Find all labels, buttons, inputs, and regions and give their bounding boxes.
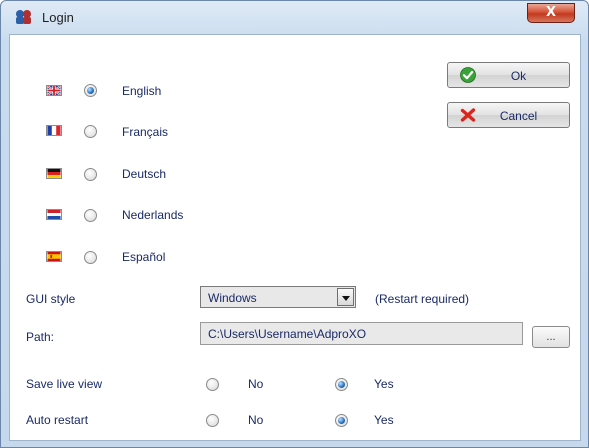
uk-flag-icon <box>46 85 62 96</box>
ok-label: Ok <box>510 69 527 83</box>
francais-label[interactable]: Français <box>122 125 168 139</box>
save-live-view-no-radio[interactable] <box>206 378 219 391</box>
save-live-view-yes-label[interactable]: Yes <box>374 377 394 391</box>
espanol-label[interactable]: Español <box>122 250 165 264</box>
ellipsis-icon: ... <box>546 331 556 343</box>
francais-radio[interactable] <box>84 125 97 138</box>
save-live-view-label: Save live view <box>26 377 103 391</box>
netherlands-flag-icon <box>46 209 62 220</box>
gui-style-select[interactable]: Windows <box>200 286 356 308</box>
espanol-radio[interactable] <box>84 251 97 264</box>
germany-flag-icon <box>46 168 62 179</box>
close-button[interactable]: X <box>527 3 575 23</box>
login-dialog: Login X English Français Deutsch Nederla… <box>0 0 589 448</box>
ok-button[interactable]: Ok <box>447 62 570 88</box>
path-input[interactable]: C:\Users\Username\AdproXO <box>200 322 523 345</box>
english-radio[interactable] <box>84 84 97 97</box>
auto-restart-label: Auto restart <box>26 413 89 427</box>
auto-restart-yes-label[interactable]: Yes <box>374 413 394 427</box>
chevron-down-icon[interactable] <box>337 288 354 306</box>
save-live-view-no-label[interactable]: No <box>248 377 263 391</box>
nederlands-radio[interactable] <box>84 209 97 222</box>
deutsch-label[interactable]: Deutsch <box>122 167 166 181</box>
deutsch-radio[interactable] <box>84 168 97 181</box>
spain-flag-icon <box>46 251 62 262</box>
dialog-content: English Français Deutsch Nederlands Espa… <box>9 34 581 441</box>
auto-restart-yes-radio[interactable] <box>335 414 348 427</box>
nederlands-label[interactable]: Nederlands <box>122 208 183 222</box>
auto-restart-no-radio[interactable] <box>206 414 219 427</box>
gui-style-value: Windows <box>208 291 257 305</box>
auto-restart-no-label[interactable]: No <box>248 413 263 427</box>
browse-button[interactable]: ... <box>532 326 570 348</box>
cancel-label: Cancel <box>499 109 538 123</box>
path-value: C:\Users\Username\AdproXO <box>208 327 367 341</box>
app-icon <box>16 10 31 24</box>
save-live-view-yes-radio[interactable] <box>335 378 348 391</box>
restart-required-note: (Restart required) <box>375 292 470 306</box>
path-label: Path: <box>26 330 55 344</box>
close-icon: X <box>545 5 557 20</box>
france-flag-icon <box>46 125 62 136</box>
title-bar[interactable]: Login X <box>1 1 588 31</box>
english-label[interactable]: English <box>122 84 161 98</box>
window-title: Login <box>42 10 74 25</box>
cancel-button[interactable]: Cancel <box>447 102 570 128</box>
gui-style-label: GUI style <box>26 292 76 306</box>
